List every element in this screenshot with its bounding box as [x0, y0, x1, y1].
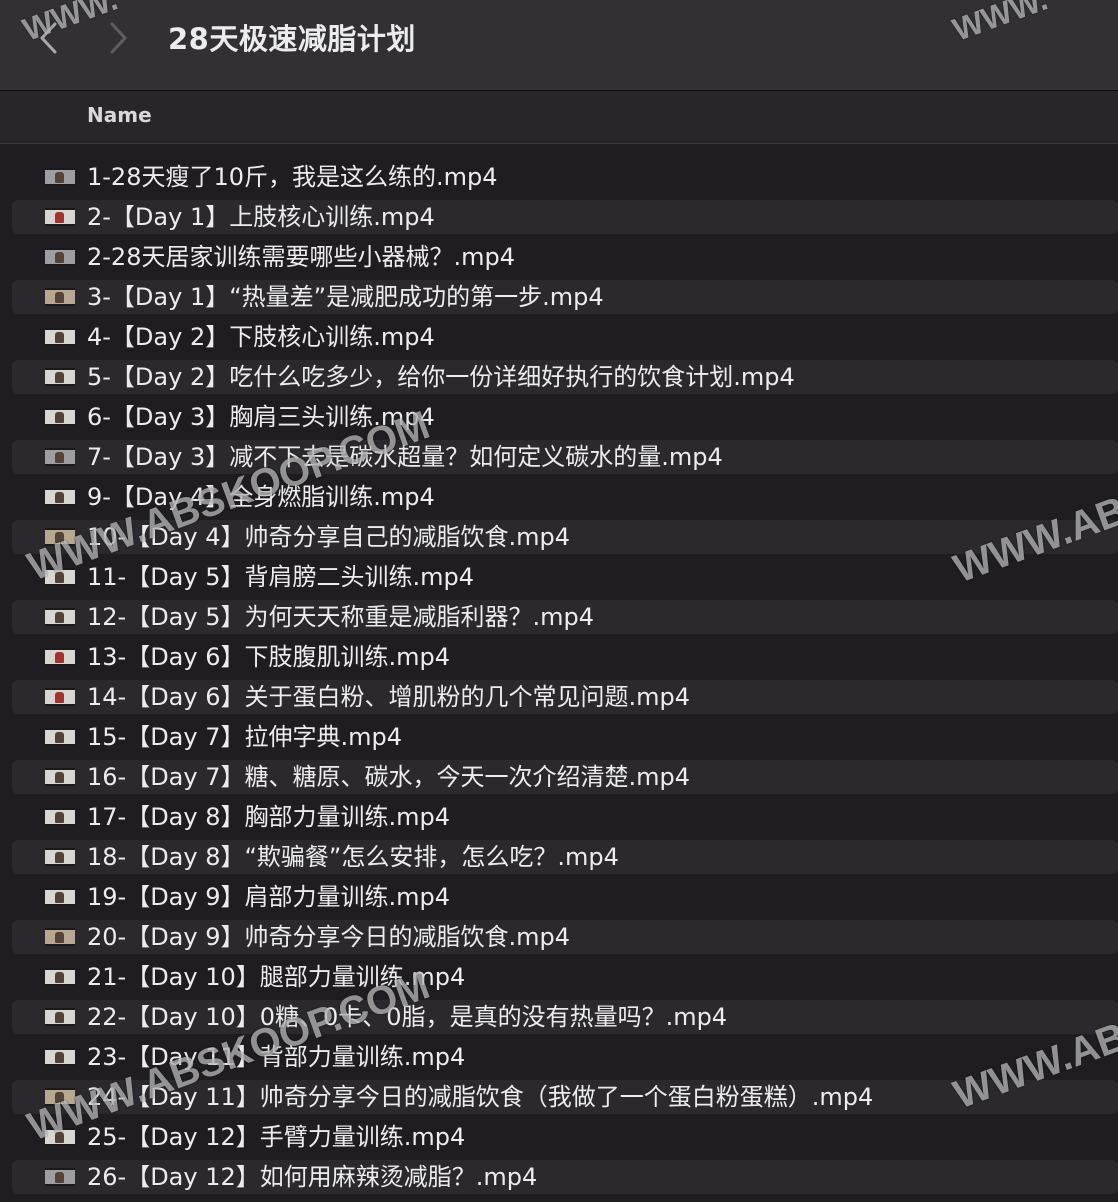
file-name: 5-【Day 2】吃什么吃多少，给你一份详细好执行的饮食计划.mp4: [87, 363, 795, 391]
column-header-name[interactable]: Name: [87, 103, 152, 127]
file-row[interactable]: 7-【Day 3】减不下去是碳水超量？如何定义碳水的量.mp4: [0, 437, 1118, 477]
file-row[interactable]: 20-【Day 9】帅奇分享今日的减脂饮食.mp4: [0, 917, 1118, 957]
file-row[interactable]: 19-【Day 9】肩部力量训练.mp4: [0, 877, 1118, 917]
video-thumbnail-icon: [45, 888, 75, 906]
video-thumbnail-icon: [45, 208, 75, 226]
video-thumbnail-icon: [45, 528, 75, 546]
file-row[interactable]: 18-【Day 8】“欺骗餐”怎么安排，怎么吃？.mp4: [0, 837, 1118, 877]
file-row[interactable]: 25-【Day 12】手臂力量训练.mp4: [0, 1117, 1118, 1157]
file-row[interactable]: 12-【Day 5】为何天天称重是减脂利器？.mp4: [0, 597, 1118, 637]
file-name: 4-【Day 2】下肢核心训练.mp4: [87, 323, 435, 351]
file-name: 6-【Day 3】胸肩三头训练.mp4: [87, 403, 435, 431]
toolbar: 28天极速减脂计划: [0, 0, 1118, 91]
file-name: 13-【Day 6】下肢腹肌训练.mp4: [87, 643, 450, 671]
file-name: 10-【Day 4】帅奇分享自己的减脂饮食.mp4: [87, 523, 570, 551]
video-thumbnail-icon: [45, 648, 75, 666]
file-name: 2-【Day 1】上肢核心训练.mp4: [87, 203, 435, 231]
video-thumbnail-icon: [45, 848, 75, 866]
file-name: 17-【Day 8】胸部力量训练.mp4: [87, 803, 450, 831]
file-row[interactable]: 16-【Day 7】糖、糖原、碳水，今天一次介绍清楚.mp4: [0, 757, 1118, 797]
video-thumbnail-icon: [45, 488, 75, 506]
video-thumbnail-icon: [45, 1048, 75, 1066]
file-name: 14-【Day 6】关于蛋白粉、增肌粉的几个常见问题.mp4: [87, 683, 690, 711]
video-thumbnail-icon: [45, 248, 75, 266]
video-thumbnail-icon: [45, 728, 75, 746]
chevron-left-icon: [40, 22, 57, 54]
file-row[interactable]: 26-【Day 12】如何用麻辣烫减脂？.mp4: [0, 1157, 1118, 1197]
file-row[interactable]: 10-【Day 4】帅奇分享自己的减脂饮食.mp4: [0, 517, 1118, 557]
file-row[interactable]: 9-【Day 4】全身燃脂训练.mp4: [0, 477, 1118, 517]
video-thumbnail-icon: [45, 1008, 75, 1026]
file-name: 19-【Day 9】肩部力量训练.mp4: [87, 883, 450, 911]
video-thumbnail-icon: [45, 968, 75, 986]
video-thumbnail-icon: [45, 768, 75, 786]
back-button[interactable]: [28, 18, 68, 58]
video-thumbnail-icon: [45, 568, 75, 586]
video-thumbnail-icon: [45, 168, 75, 186]
file-row[interactable]: 17-【Day 8】胸部力量训练.mp4: [0, 797, 1118, 837]
file-name: 16-【Day 7】糖、糖原、碳水，今天一次介绍清楚.mp4: [87, 763, 690, 791]
file-row[interactable]: 1-28天瘦了10斤，我是这么练的.mp4: [0, 157, 1118, 197]
file-name: 11-【Day 5】背肩膀二头训练.mp4: [87, 563, 474, 591]
file-row[interactable]: 13-【Day 6】下肢腹肌训练.mp4: [0, 637, 1118, 677]
file-row[interactable]: 14-【Day 6】关于蛋白粉、增肌粉的几个常见问题.mp4: [0, 677, 1118, 717]
file-name: 7-【Day 3】减不下去是碳水超量？如何定义碳水的量.mp4: [87, 443, 723, 471]
file-name: 1-28天瘦了10斤，我是这么练的.mp4: [87, 163, 498, 191]
video-thumbnail-icon: [45, 928, 75, 946]
file-row[interactable]: 4-【Day 2】下肢核心训练.mp4: [0, 317, 1118, 357]
file-name: 25-【Day 12】手臂力量训练.mp4: [87, 1123, 466, 1151]
video-thumbnail-icon: [45, 288, 75, 306]
file-name: 9-【Day 4】全身燃脂训练.mp4: [87, 483, 435, 511]
column-header-bar: Name: [0, 91, 1118, 144]
file-row[interactable]: 6-【Day 3】胸肩三头训练.mp4: [0, 397, 1118, 437]
video-thumbnail-icon: [45, 368, 75, 386]
chevron-right-icon: [110, 22, 127, 54]
file-name: 26-【Day 12】如何用麻辣烫减脂？.mp4: [87, 1163, 538, 1191]
file-list: 1-28天瘦了10斤，我是这么练的.mp4 2-【Day 1】上肢核心训练.mp…: [0, 157, 1118, 1197]
file-row[interactable]: 21-【Day 10】腿部力量训练.mp4: [0, 957, 1118, 997]
file-row[interactable]: 3-【Day 1】“热量差”是减肥成功的第一步.mp4: [0, 277, 1118, 317]
video-thumbnail-icon: [45, 608, 75, 626]
file-row[interactable]: 11-【Day 5】背肩膀二头训练.mp4: [0, 557, 1118, 597]
video-thumbnail-icon: [45, 448, 75, 466]
video-thumbnail-icon: [45, 1088, 75, 1106]
video-thumbnail-icon: [45, 1168, 75, 1186]
video-thumbnail-icon: [45, 1128, 75, 1146]
file-name: 18-【Day 8】“欺骗餐”怎么安排，怎么吃？.mp4: [87, 843, 619, 871]
window-title: 28天极速减脂计划: [168, 22, 416, 56]
video-thumbnail-icon: [45, 808, 75, 826]
file-name: 24-【Day 11】帅奇分享今日的减脂饮食（我做了一个蛋白粉蛋糕）.mp4: [87, 1083, 874, 1111]
forward-button[interactable]: [98, 18, 138, 58]
file-name: 21-【Day 10】腿部力量训练.mp4: [87, 963, 466, 991]
file-row[interactable]: 5-【Day 2】吃什么吃多少，给你一份详细好执行的饮食计划.mp4: [0, 357, 1118, 397]
file-name: 3-【Day 1】“热量差”是减肥成功的第一步.mp4: [87, 283, 604, 311]
file-row[interactable]: 2-【Day 1】上肢核心训练.mp4: [0, 197, 1118, 237]
file-row[interactable]: 15-【Day 7】拉伸字典.mp4: [0, 717, 1118, 757]
finder-window: 28天极速减脂计划 Name 1-28天瘦了10斤，我是这么练的.mp4 2-【…: [0, 0, 1118, 1202]
file-name: 22-【Day 10】0糖、0卡、0脂，是真的没有热量吗？.mp4: [87, 1003, 728, 1031]
file-row[interactable]: 2-28天居家训练需要哪些小器械？.mp4: [0, 237, 1118, 277]
file-name: 20-【Day 9】帅奇分享今日的减脂饮食.mp4: [87, 923, 570, 951]
file-name: 12-【Day 5】为何天天称重是减脂利器？.mp4: [87, 603, 594, 631]
video-thumbnail-icon: [45, 328, 75, 346]
video-thumbnail-icon: [45, 408, 75, 426]
file-row[interactable]: 22-【Day 10】0糖、0卡、0脂，是真的没有热量吗？.mp4: [0, 997, 1118, 1037]
video-thumbnail-icon: [45, 688, 75, 706]
file-name: 15-【Day 7】拉伸字典.mp4: [87, 723, 402, 751]
file-name: 23-【Day 11】背部力量训练.mp4: [87, 1043, 466, 1071]
file-name: 2-28天居家训练需要哪些小器械？.mp4: [87, 243, 515, 271]
file-row[interactable]: 23-【Day 11】背部力量训练.mp4: [0, 1037, 1118, 1077]
file-row[interactable]: 24-【Day 11】帅奇分享今日的减脂饮食（我做了一个蛋白粉蛋糕）.mp4: [0, 1077, 1118, 1117]
